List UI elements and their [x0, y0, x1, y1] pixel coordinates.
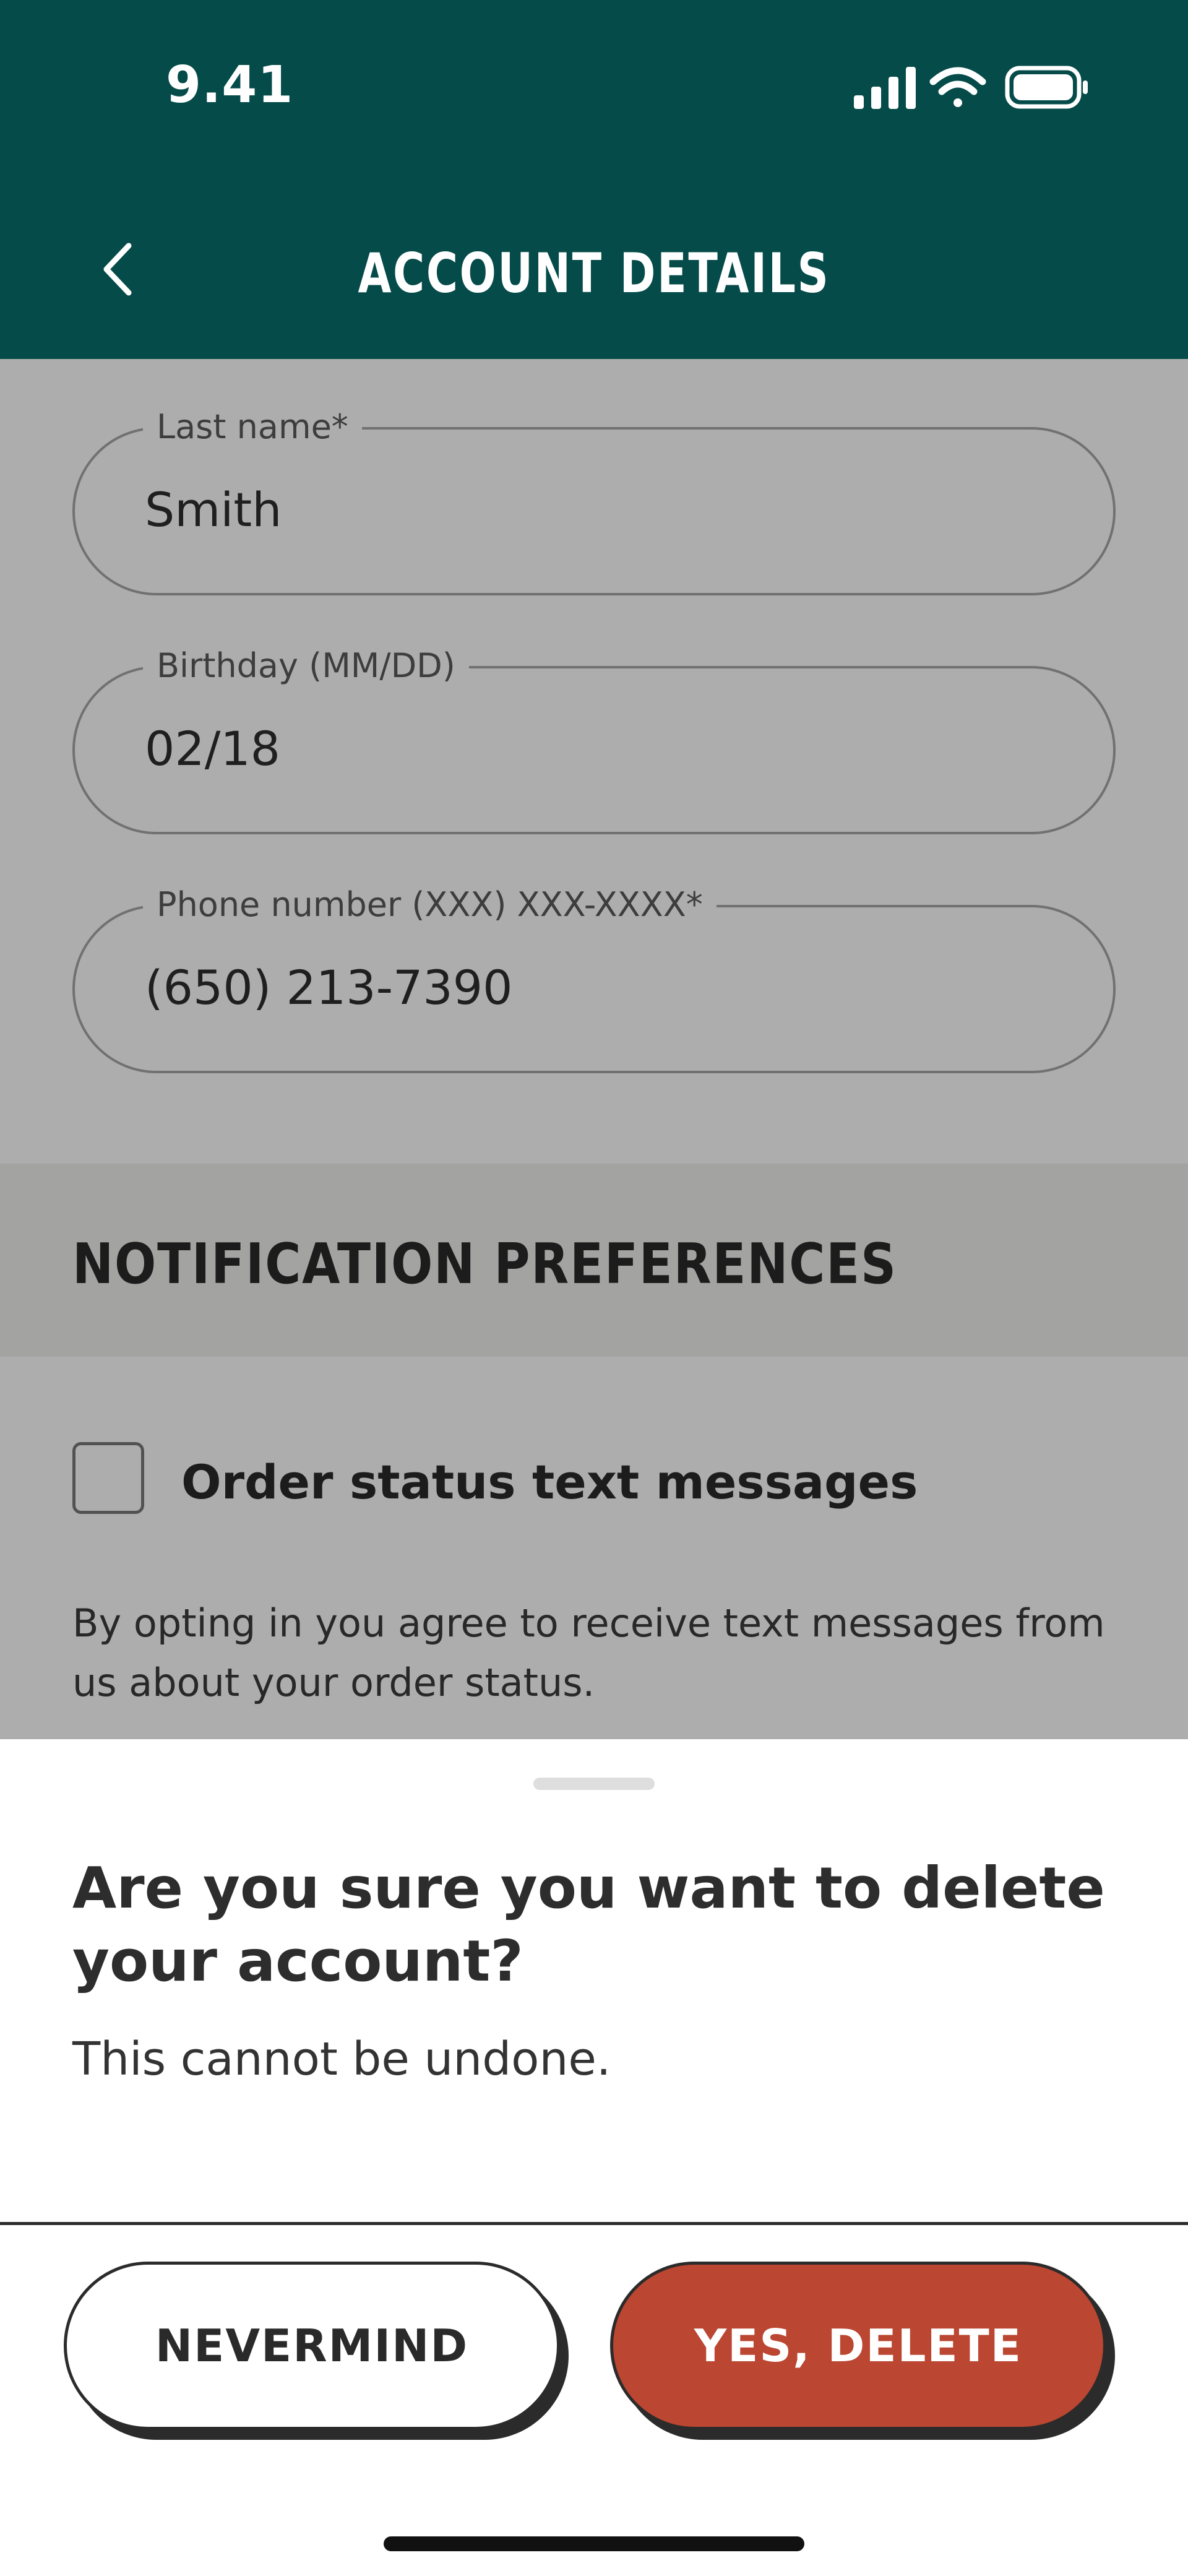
dialog-title: Are you sure you want to delete your acc…: [72, 1855, 1105, 1994]
divider: [0, 2222, 1188, 2225]
home-indicator: [384, 2536, 804, 2551]
nevermind-button[interactable]: NEVERMIND: [64, 2262, 560, 2430]
delete-account-sheet: Are you sure you want to delete your acc…: [0, 1740, 1188, 2576]
cellular-signal-icon: [854, 67, 916, 109]
page-title: ACCOUNT DETAILS: [358, 241, 830, 305]
yes-delete-button[interactable]: YES, DELETE: [610, 2262, 1106, 2430]
wifi-icon: [929, 67, 986, 107]
modal-scrim[interactable]: [0, 359, 1188, 1739]
app-header: 9.41 ACCOUNT DETAILS: [0, 0, 1188, 359]
battery-icon: [1005, 66, 1088, 109]
sheet-grabber[interactable]: [533, 1778, 655, 1790]
status-time: 9.41: [166, 56, 294, 115]
status-icons: [854, 66, 1088, 109]
dialog-message: This cannot be undone.: [72, 2033, 611, 2086]
